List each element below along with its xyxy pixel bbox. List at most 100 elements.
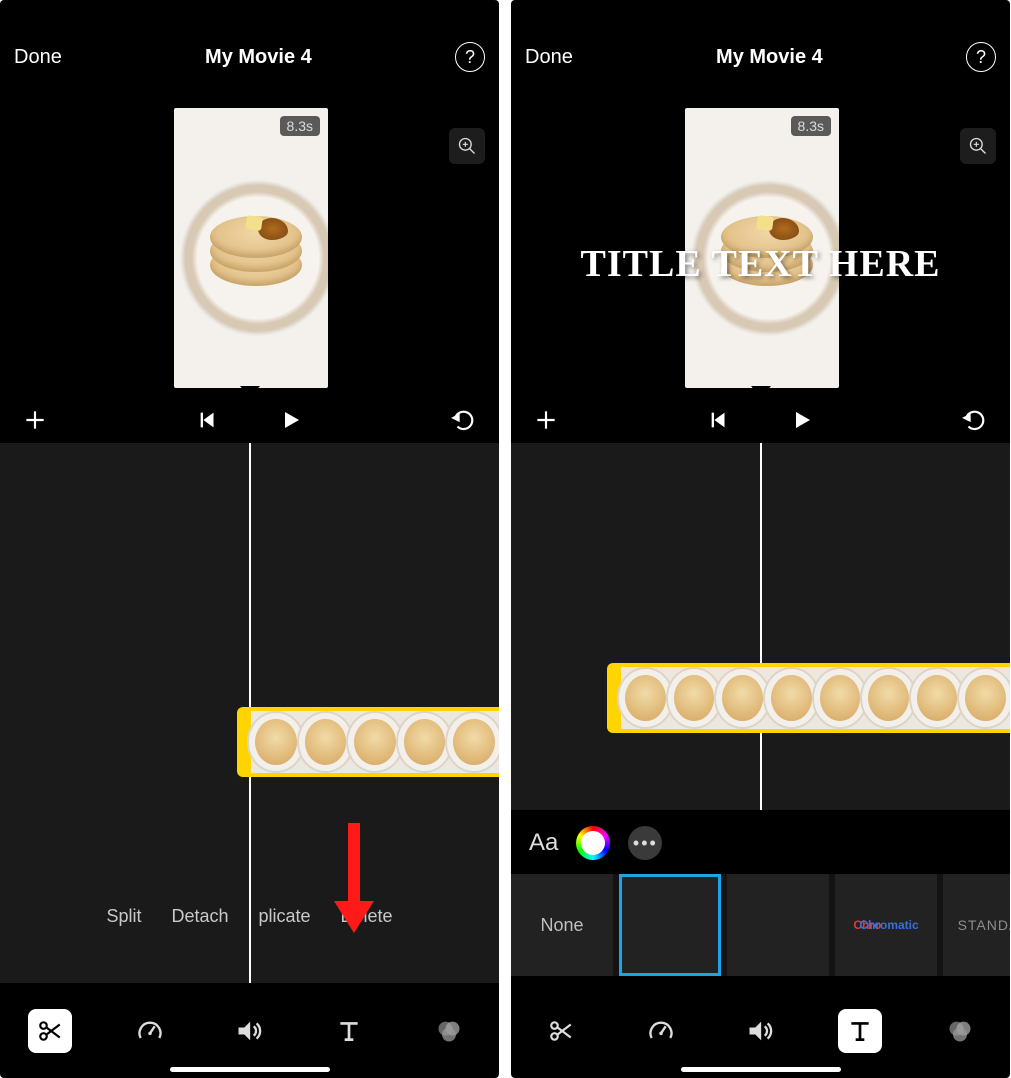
clip-trim-handle-left[interactable] <box>241 711 251 773</box>
transport-controls <box>511 393 1010 443</box>
undo-button[interactable] <box>962 407 988 433</box>
header-bar: Done My Movie 4 ? <box>0 0 499 108</box>
undo-icon <box>451 407 477 433</box>
clip-thumb <box>400 711 450 773</box>
magnifier-plus-icon <box>457 136 477 156</box>
volume-icon <box>235 1017 263 1045</box>
title-preset-none[interactable]: None <box>511 874 613 976</box>
bottom-toolbar <box>511 1006 1010 1056</box>
plus-icon <box>22 407 48 433</box>
selected-clip[interactable]: T <box>607 663 1010 733</box>
zoom-button[interactable] <box>449 128 485 164</box>
filters-tool[interactable] <box>427 1009 471 1053</box>
filters-icon <box>435 1017 463 1045</box>
undo-button[interactable] <box>451 407 477 433</box>
done-button[interactable]: Done <box>525 46 573 69</box>
timeline[interactable]: Split Detach plicate Delete <box>0 443 499 983</box>
bottom-toolbar <box>0 1006 499 1056</box>
title-style-controls: Aa ••• <box>511 820 1010 874</box>
volume-tool[interactable] <box>738 1009 782 1053</box>
title-preset-selected[interactable] <box>619 874 721 976</box>
filters-tool[interactable] <box>938 1009 982 1053</box>
volume-icon <box>746 1017 774 1045</box>
filters-icon <box>946 1017 974 1045</box>
play-button[interactable] <box>790 408 814 432</box>
add-media-button[interactable] <box>533 407 559 433</box>
plus-icon <box>533 407 559 433</box>
clip-thumb <box>961 667 1010 729</box>
playhead-notch <box>240 386 260 398</box>
speed-tool[interactable] <box>639 1009 683 1053</box>
transport-controls <box>0 393 499 443</box>
screen-left: Done My Movie 4 ? 8.3s <box>0 0 499 1078</box>
clip-thumbnails <box>251 711 499 773</box>
clip-trim-handle-left[interactable] <box>611 667 621 729</box>
duplicate-action[interactable]: plicate <box>259 906 311 927</box>
add-media-button[interactable] <box>22 407 48 433</box>
detach-action[interactable]: Detach <box>171 906 228 927</box>
text-tool[interactable] <box>838 1009 882 1053</box>
title-text-overlay[interactable]: TITLE TEXT HERE <box>511 242 1010 286</box>
undo-icon <box>962 407 988 433</box>
split-action[interactable]: Split <box>106 906 141 927</box>
playhead-line[interactable] <box>760 443 762 823</box>
speed-tool[interactable] <box>128 1009 172 1053</box>
timeline[interactable]: T <box>511 443 1010 823</box>
skip-start-button[interactable] <box>708 409 730 431</box>
skip-previous-icon <box>708 409 730 431</box>
delete-action[interactable]: Delete <box>341 906 393 927</box>
clip-thumb <box>913 667 962 729</box>
speedometer-icon <box>647 1017 675 1045</box>
clip-thumb <box>350 711 400 773</box>
font-picker-button[interactable]: Aa <box>529 829 558 857</box>
play-icon <box>279 408 303 432</box>
preview-pancakes <box>210 210 302 284</box>
skip-start-button[interactable] <box>197 409 219 431</box>
selected-clip[interactable] <box>237 707 499 777</box>
title-preset-strip[interactable]: None ChroChromatic STANDAR <box>511 874 1010 976</box>
text-tool[interactable] <box>327 1009 371 1053</box>
speedometer-icon <box>136 1017 164 1045</box>
zoom-button[interactable] <box>960 128 996 164</box>
clip-thumb <box>251 711 301 773</box>
scissors-tool[interactable] <box>28 1009 72 1053</box>
playhead-notch <box>751 386 771 398</box>
help-icon[interactable]: ? <box>455 42 485 72</box>
home-indicator <box>681 1067 841 1072</box>
project-title: My Movie 4 <box>205 46 312 69</box>
clip-thumb <box>670 667 719 729</box>
scissors-icon <box>548 1018 574 1044</box>
title-preset-chromatic[interactable]: ChroChromatic <box>835 874 937 976</box>
home-indicator <box>170 1067 330 1072</box>
clip-thumb <box>449 711 499 773</box>
title-preset-blank[interactable] <box>727 874 829 976</box>
clip-thumbnails: T <box>621 667 1010 729</box>
title-style-panel: Aa ••• None ChroChromatic STANDAR <box>511 810 1010 990</box>
text-icon <box>336 1018 362 1044</box>
clip-thumb <box>864 667 913 729</box>
clip-thumb <box>301 711 351 773</box>
magnifier-plus-icon <box>968 136 988 156</box>
scissors-icon <box>37 1018 63 1044</box>
play-button[interactable] <box>279 408 303 432</box>
clip-thumb <box>621 667 670 729</box>
done-button[interactable]: Done <box>14 46 62 69</box>
text-icon <box>847 1018 873 1044</box>
color-picker-button[interactable] <box>576 826 610 860</box>
volume-tool[interactable] <box>227 1009 271 1053</box>
help-icon[interactable]: ? <box>966 42 996 72</box>
video-preview-area: 8.3s TITLE TEXT HERE <box>511 108 1010 393</box>
duration-badge: 8.3s <box>280 116 320 136</box>
title-preset-standard[interactable]: STANDAR <box>943 874 1010 976</box>
skip-previous-icon <box>197 409 219 431</box>
more-options-button[interactable]: ••• <box>628 826 662 860</box>
clip-action-row: Split Detach plicate Delete <box>0 906 499 927</box>
video-preview[interactable]: 8.3s <box>174 108 328 388</box>
scissors-tool[interactable] <box>539 1009 583 1053</box>
clip-thumb <box>816 667 865 729</box>
video-preview-area: 8.3s <box>0 108 499 393</box>
screen-right: Done My Movie 4 ? 8.3s TITLE TEXT HERE <box>511 0 1010 1078</box>
duration-badge: 8.3s <box>791 116 831 136</box>
play-icon <box>790 408 814 432</box>
clip-thumb <box>718 667 767 729</box>
